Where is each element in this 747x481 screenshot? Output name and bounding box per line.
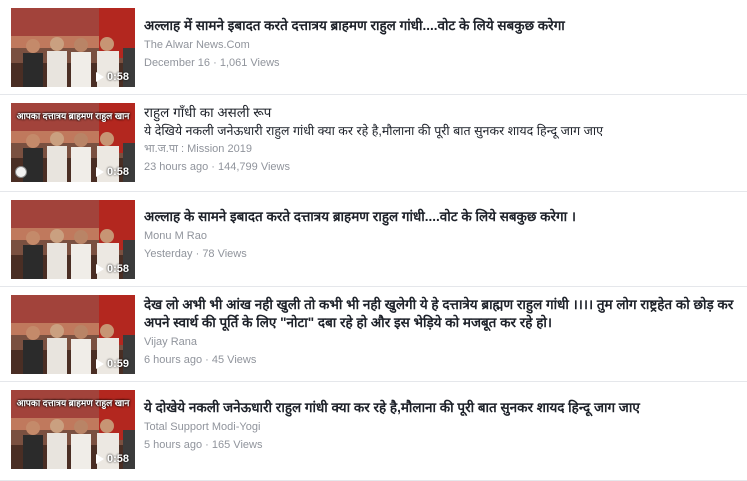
stats-separator: ·	[202, 439, 212, 451]
video-duration: 0:58	[95, 71, 129, 83]
duration-text: 0:58	[106, 166, 129, 178]
video-list-item[interactable]: 0:58 अल्लाह के सामने इबादत करते दत्तात्रय…	[0, 192, 747, 287]
video-title-link[interactable]: अल्लाह के सामने इबादत करते दत्तात्रय ब्र…	[144, 208, 739, 226]
video-views: 1,061 Views	[219, 57, 280, 69]
video-list-item[interactable]: आपका दत्तात्रय ब्राहमण राहुल खान 0:58 राहु…	[0, 95, 747, 192]
video-source-link[interactable]: Vijay Rana	[144, 335, 739, 350]
video-duration: 0:59	[95, 358, 129, 370]
thumbnail-caption: आपका दत्तात्रय ब्राहमण राहुल खान	[16, 111, 130, 121]
video-thumbnail[interactable]: आपका दत्तात्रय ब्राहमण राहुल खान 0:58	[11, 103, 135, 182]
video-date: 5 hours ago	[144, 439, 203, 451]
video-title-link[interactable]: देख लो अभी भी आंख नही खुली तो कभी भी नही…	[144, 296, 739, 332]
thumbnail-caption: आपका दत्तात्रय ब्राहमण राहुल खान	[16, 398, 130, 408]
stats-separator: ·	[208, 161, 218, 173]
video-list-item[interactable]: आपका दत्तात्रय ब्राहमण राहुल खान 0:58 ये द…	[0, 382, 747, 481]
play-icon	[95, 454, 104, 464]
video-list: 0:58 अल्लाह में सामने इबादत करते दत्तात्र…	[0, 0, 747, 481]
video-source-link[interactable]: Total Support Modi-Yogi	[144, 420, 739, 435]
video-meta: राहुल गाँधी का असली रूप ये देखिये नकली जन…	[144, 104, 739, 175]
video-date: December 16	[144, 57, 211, 69]
video-duration: 0:58	[95, 263, 129, 275]
duration-text: 0:58	[106, 71, 129, 83]
video-source-link[interactable]: भा.ज.पा : Mission 2019	[144, 142, 739, 157]
video-date: Yesterday	[144, 248, 193, 260]
video-stats: 6 hours ago · 45 Views	[144, 353, 739, 368]
video-thumbnail[interactable]: 0:58	[11, 8, 135, 87]
video-duration: 0:58	[95, 453, 129, 465]
play-icon	[95, 72, 104, 82]
video-description: ये देखिये नकली जनेऊधारी राहुल गांधी क्या…	[144, 124, 604, 138]
video-meta: ये दोखेये नकली जनेऊधारी राहुल गांधी क्या…	[144, 399, 739, 453]
duration-text: 0:58	[106, 263, 129, 275]
video-thumbnail[interactable]: 0:59	[11, 295, 135, 374]
video-date: 23 hours ago	[144, 161, 209, 173]
video-title-link[interactable]: अल्लाह में सामने इबादत करते दत्तात्रय ब्…	[144, 17, 739, 35]
play-icon	[95, 264, 104, 274]
video-stats: 23 hours ago · 144,799 Views	[144, 160, 739, 175]
video-stats: December 16 · 1,061 Views	[144, 56, 739, 71]
video-views: 144,799 Views	[218, 161, 290, 173]
video-date: 6 hours ago	[144, 354, 203, 366]
play-icon	[95, 167, 104, 177]
duration-text: 0:59	[106, 358, 129, 370]
play-icon	[95, 359, 104, 369]
stats-separator: ·	[192, 248, 203, 260]
stats-separator: ·	[210, 57, 220, 69]
duration-text: 0:58	[106, 453, 129, 465]
video-title-link[interactable]: राहुल गाँधी का असली रूप	[144, 104, 739, 122]
video-stats: Yesterday · 78 Views	[144, 247, 739, 262]
logo-icon	[15, 166, 27, 178]
video-meta: अल्लाह में सामने इबादत करते दत्तात्रय ब्…	[144, 17, 739, 71]
video-list-item[interactable]: 0:58 अल्लाह में सामने इबादत करते दत्तात्र…	[0, 0, 747, 95]
video-views: 45 Views	[211, 354, 257, 366]
video-thumbnail[interactable]: आपका दत्तात्रय ब्राहमण राहुल खान 0:58	[11, 390, 135, 469]
video-stats: 5 hours ago · 165 Views	[144, 438, 739, 453]
video-meta: देख लो अभी भी आंख नही खुली तो कभी भी नही…	[144, 296, 739, 368]
video-thumbnail[interactable]: 0:58	[11, 200, 135, 279]
video-views: 165 Views	[211, 439, 263, 451]
stats-separator: ·	[202, 354, 212, 366]
video-meta: अल्लाह के सामने इबादत करते दत्तात्रय ब्र…	[144, 208, 739, 262]
video-list-item[interactable]: 0:59 देख लो अभी भी आंख नही खुली तो कभी भी…	[0, 287, 747, 382]
video-title-link[interactable]: ये दोखेये नकली जनेऊधारी राहुल गांधी क्या…	[144, 399, 739, 417]
video-views: 78 Views	[202, 248, 247, 260]
video-source-link[interactable]: The Alwar News.Com	[144, 38, 739, 53]
video-source-link[interactable]: Monu M Rao	[144, 229, 739, 244]
video-duration: 0:58	[95, 166, 129, 178]
